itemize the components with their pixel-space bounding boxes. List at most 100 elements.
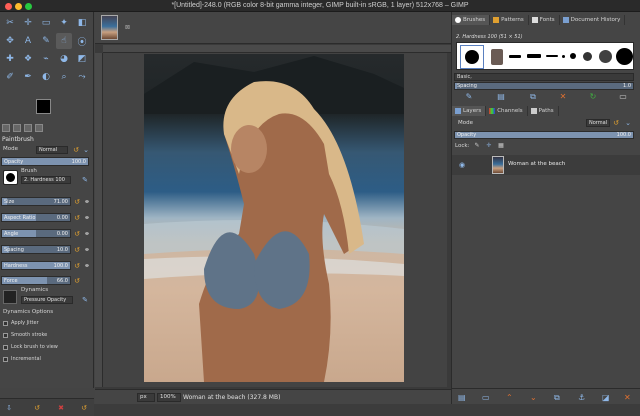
link-aspect-icon[interactable]: ⚭ <box>83 214 91 222</box>
mode-dropdown-icon[interactable]: ⌄ <box>82 146 90 154</box>
eraser-icon[interactable]: ◧ <box>74 15 90 31</box>
lower-layer-icon[interactable]: ⌄ <box>530 393 537 402</box>
brush-thumb-8[interactable] <box>616 48 633 65</box>
layer-opacity-slider[interactable]: Opacity 100.0 <box>454 131 634 139</box>
paintbrush-icon[interactable]: ✎ <box>38 33 54 49</box>
delete-layer-icon[interactable]: ✕ <box>624 393 631 402</box>
lock-alpha-icon[interactable]: ▦ <box>496 141 506 151</box>
canvas-viewport[interactable] <box>103 53 447 387</box>
brush-preset-select[interactable]: Basic, <box>454 73 634 81</box>
reset-layer-mode-icon[interactable]: ↺ <box>612 119 620 127</box>
aspect-slider[interactable]: Aspect Ratio 0.00 <box>1 213 71 222</box>
crosshair-icon[interactable]: ✛ <box>20 15 36 31</box>
reset-size-icon[interactable]: ↺ <box>73 198 81 206</box>
brush-select[interactable]: 2. Hardness 100 <box>21 176 71 184</box>
reset-aspect-icon[interactable]: ↺ <box>73 214 81 222</box>
reset-hardness-icon[interactable]: ↺ <box>73 262 81 270</box>
tab-channels[interactable]: Channels <box>486 106 528 116</box>
vertical-ruler[interactable] <box>95 53 103 387</box>
angle-slider[interactable]: Angle 0.00 <box>1 229 71 238</box>
mode-select[interactable]: Normal <box>36 146 68 154</box>
path-icon[interactable]: ⤳ <box>74 69 90 85</box>
reset-force-icon[interactable]: ↺ <box>73 277 81 285</box>
dynamics-select[interactable]: Pressure Opacity <box>21 296 73 304</box>
rect-select-icon[interactable]: ▭ <box>38 15 54 31</box>
open-brush-folder-icon[interactable]: ▭ <box>618 92 628 102</box>
lock-position-icon[interactable]: ✛ <box>484 141 494 151</box>
move-icon[interactable]: ✥ <box>2 33 18 49</box>
text-icon[interactable]: A <box>20 33 36 49</box>
tab-patterns[interactable]: Patterns <box>490 15 529 25</box>
selected-brush[interactable] <box>460 45 484 69</box>
scissors-icon[interactable]: ✂ <box>2 15 18 31</box>
save-preset-icon[interactable]: ⇩ <box>5 404 13 412</box>
tab-paths[interactable]: Paths <box>528 106 559 116</box>
gradient-icon[interactable]: ◩ <box>74 51 90 67</box>
horizontal-ruler[interactable] <box>103 45 451 53</box>
images-tab-icon[interactable] <box>35 124 43 132</box>
refresh-brushes-icon[interactable]: ↻ <box>588 92 598 102</box>
lock-pixels-icon[interactable]: ✎ <box>472 141 482 151</box>
force-slider[interactable]: Force 66.0 <box>1 276 71 285</box>
image-tab-thumbnail[interactable] <box>101 15 118 40</box>
anchor-layer-icon[interactable]: ⚓ <box>578 393 585 402</box>
zoom-select[interactable]: 100% <box>157 393 181 402</box>
undo-history-tab-icon[interactable] <box>24 124 32 132</box>
brush-thumb-image[interactable] <box>491 49 503 65</box>
brush-thumb-3[interactable] <box>546 55 558 57</box>
layer-mode-dropdown-icon[interactable]: ⌄ <box>624 119 632 127</box>
delete-brush-icon[interactable]: ✕ <box>558 92 568 102</box>
dodge-icon[interactable]: ◐ <box>38 69 54 85</box>
color-swatches[interactable] <box>30 99 60 125</box>
restore-preset-icon[interactable]: ↺ <box>33 404 41 412</box>
link-hardness-icon[interactable]: ⚭ <box>83 262 91 270</box>
tab-layers[interactable]: Layers <box>452 106 487 116</box>
foreground-color[interactable] <box>36 99 51 114</box>
brush-thumb-4[interactable] <box>562 55 565 58</box>
new-brush-icon[interactable]: ▤ <box>496 92 506 102</box>
dynamics-options-row[interactable]: Dynamics Options <box>0 308 94 318</box>
device-status-tab-icon[interactable] <box>13 124 21 132</box>
size-slider[interactable]: Size 71.00 <box>1 197 71 206</box>
unit-select[interactable]: px <box>137 393 155 402</box>
delete-preset-icon[interactable]: ✖ <box>57 404 65 412</box>
fuzzy-select-icon[interactable]: ✦ <box>56 15 72 31</box>
link-spacing-icon[interactable]: ⚭ <box>83 246 91 254</box>
edit-brush-icon[interactable]: ✎ <box>81 176 89 184</box>
brush-thumb-7[interactable] <box>599 50 612 63</box>
smooth-stroke-checkbox[interactable] <box>3 333 8 338</box>
ink-icon[interactable]: ✒ <box>20 69 36 85</box>
brush-spacing-slider[interactable]: Spacing 1.0 <box>454 82 634 90</box>
brush-grid[interactable] <box>456 42 634 70</box>
brush-thumb-2[interactable] <box>527 54 541 58</box>
layer-item[interactable]: ◉ Woman at the beach <box>452 155 640 175</box>
mask-layer-icon[interactable]: ◪ <box>602 393 610 402</box>
reset-tool-icon[interactable]: ↺ <box>80 404 88 412</box>
reset-mode-icon[interactable]: ↺ <box>72 146 80 154</box>
close-image-icon[interactable]: ⊠ <box>125 24 130 31</box>
brush-thumb-1[interactable] <box>509 55 521 58</box>
zoom-icon[interactable]: ⌕ <box>56 69 72 85</box>
duplicate-layer-icon[interactable]: ⧉ <box>554 393 560 403</box>
heal-icon[interactable]: ✚ <box>2 51 18 67</box>
brush-preview-icon[interactable] <box>3 170 18 185</box>
pencil-icon[interactable]: ✐ <box>2 69 18 85</box>
layer-name[interactable]: Woman at the beach <box>508 161 565 167</box>
link-size-icon[interactable]: ⚭ <box>83 198 91 206</box>
clone-icon[interactable]: ❖ <box>20 51 36 67</box>
layer-mode-select[interactable]: Normal <box>586 119 610 127</box>
lock-brush-checkbox[interactable] <box>3 345 8 350</box>
brush-thumb-6[interactable] <box>583 52 592 61</box>
smudge-icon[interactable]: ☝ <box>56 33 72 49</box>
dynamics-options-label[interactable]: Dynamics Options <box>3 309 53 315</box>
edit-dynamics-icon[interactable]: ✎ <box>81 296 89 304</box>
dynamics-icon[interactable] <box>3 290 17 304</box>
raise-layer-icon[interactable]: ⌃ <box>506 393 513 402</box>
reset-angle-icon[interactable]: ↺ <box>73 230 81 238</box>
brush-thumb-5[interactable] <box>570 53 576 59</box>
hardness-slider[interactable]: Hardness 100.0 <box>1 261 71 270</box>
tab-brushes[interactable]: Brushes <box>452 15 491 25</box>
opacity-slider[interactable]: Opacity 100.0 <box>1 157 89 166</box>
new-layer-icon[interactable]: ▤ <box>458 393 466 402</box>
new-group-icon[interactable]: ▭ <box>482 393 490 402</box>
